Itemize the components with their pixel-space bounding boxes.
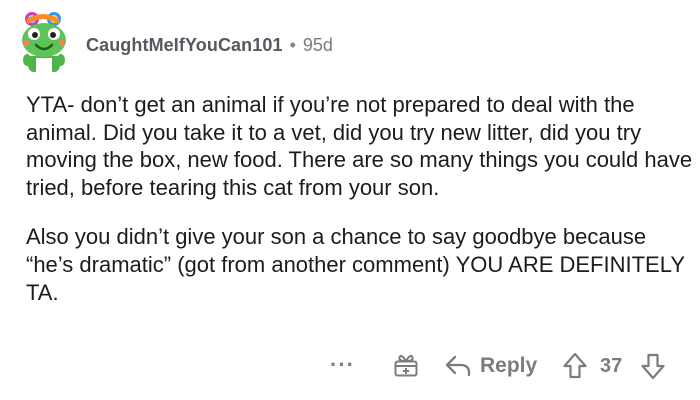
comment: CaughtMeIfYouCan101 • 95d YTA- don’t get… [0,0,700,400]
downvote-button[interactable] [640,352,666,380]
upvote-arrow-icon [563,352,587,379]
more-options-button[interactable]: ··· [330,354,355,376]
meta-separator: • [289,34,296,55]
gift-award-icon [394,354,418,377]
comment-actions: ··· Reply 37 [0,349,700,385]
comment-paragraph: YTA- don’t get an animal if you’re not p… [26,92,693,200]
comment-paragraph: Also you didn’t give your son a chance t… [26,224,685,305]
reply-button[interactable]: Reply [444,352,537,380]
comment-meta: CaughtMeIfYouCan101 • 95d [86,33,333,57]
vote-score: 37 [600,355,623,377]
reply-label: Reply [480,354,538,377]
award-button[interactable] [393,352,419,378]
snoo-avatar-icon [22,12,66,72]
avatar[interactable] [14,10,74,72]
comment-age: 95d [302,34,333,55]
reply-arrow-icon [445,355,471,377]
downvote-arrow-icon [641,353,665,380]
comment-body: YTA- don’t get an animal if you’re not p… [26,91,694,306]
username-link[interactable]: CaughtMeIfYouCan101 [86,35,283,56]
upvote-button[interactable] [562,352,588,380]
